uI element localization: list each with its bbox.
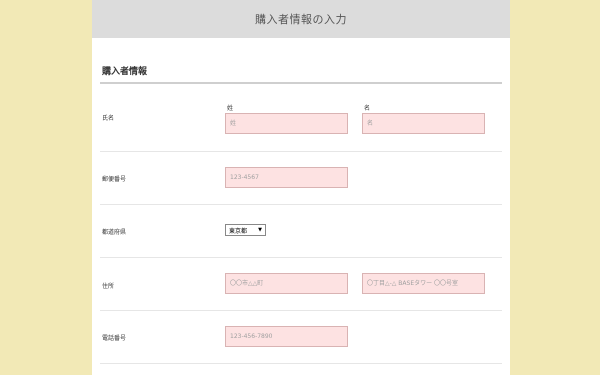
section-divider (100, 82, 502, 84)
chevron-down-icon: ▼ (258, 227, 262, 233)
phone-label: 電話番号 (102, 335, 127, 342)
address-label: 住所 (102, 283, 115, 290)
section-title: 購入者情報 (102, 67, 148, 77)
page-header: 購入者情報の入力 (92, 0, 510, 38)
prefecture-selected-value: 東京都 (229, 227, 248, 235)
first-name-input[interactable] (362, 113, 485, 134)
address-city-input[interactable] (225, 273, 348, 294)
form-panel: 購入者情報の入力 購入者情報 氏名 姓 名 郵便番号 都道府県 東京都 ▼ 住所… (92, 0, 510, 375)
row-divider (100, 151, 502, 152)
prefecture-select[interactable]: 東京都 ▼ (225, 224, 266, 236)
last-name-input[interactable] (225, 113, 348, 134)
address-building-input[interactable] (362, 273, 485, 294)
prefecture-label: 都道府県 (102, 229, 127, 236)
name-label: 氏名 (102, 115, 115, 122)
last-name-label: 姓 (227, 105, 234, 112)
row-divider (100, 363, 502, 364)
row-divider (100, 204, 502, 205)
page-title: 購入者情報の入力 (255, 13, 347, 26)
zip-input[interactable] (225, 167, 348, 188)
phone-input[interactable] (225, 326, 348, 347)
zip-label: 郵便番号 (102, 176, 127, 183)
row-divider (100, 257, 502, 258)
first-name-label: 名 (364, 105, 371, 112)
row-divider (100, 310, 502, 311)
